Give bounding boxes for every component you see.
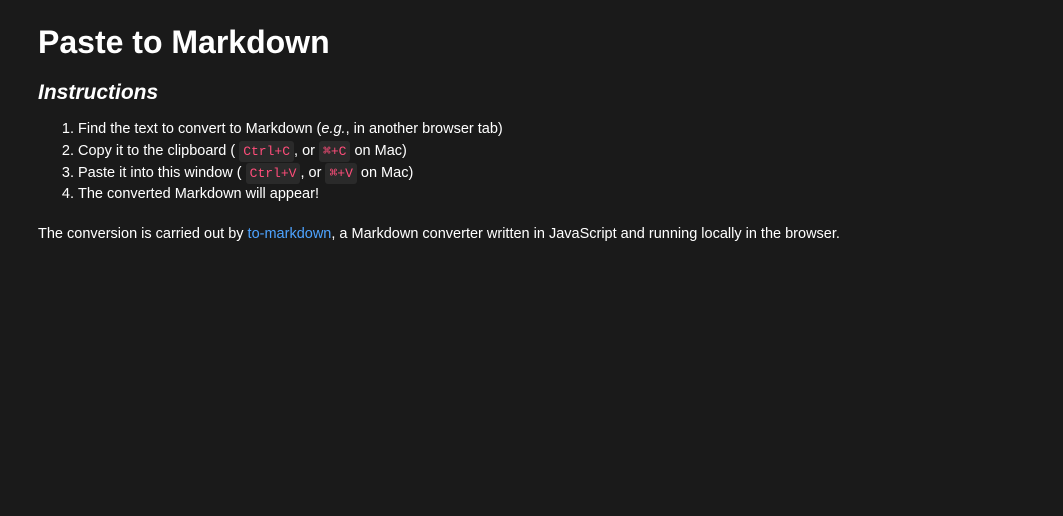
footer-text-part: , a Markdown converter written in JavaSc… [331,226,840,242]
page-title: Paste to Markdown [38,24,1025,61]
step-text: Paste it into this window ( [78,165,242,181]
footer-text-part: The conversion is carried out by [38,226,248,242]
step-text: , in another browser tab) [346,121,503,137]
step-text: , or [300,165,321,181]
instructions-heading: Instructions [38,81,1025,105]
keyboard-shortcut: Ctrl+C [239,141,294,163]
instructions-list: Find the text to convert to Markdown (e.… [38,119,1025,206]
footer-text: The conversion is carried out by to-mark… [38,224,1025,246]
step-text: The converted Markdown will appear! [78,186,319,202]
list-item: Find the text to convert to Markdown (e.… [78,119,1025,141]
keyboard-shortcut: Ctrl+V [246,163,301,185]
step-text: Find the text to convert to Markdown ( [78,121,321,137]
step-text: on Mac) [357,165,413,181]
list-item: Paste it into this window ( Ctrl+V, or ⌘… [78,163,1025,185]
step-text: on Mac) [350,143,406,159]
list-item: Copy it to the clipboard ( Ctrl+C, or ⌘+… [78,141,1025,163]
step-text: , or [294,143,315,159]
keyboard-shortcut: ⌘+C [319,141,350,163]
list-item: The converted Markdown will appear! [78,184,1025,206]
to-markdown-link[interactable]: to-markdown [248,226,332,242]
keyboard-shortcut: ⌘+V [325,163,356,185]
step-text-italic: e.g. [321,121,345,137]
step-text: Copy it to the clipboard ( [78,143,235,159]
